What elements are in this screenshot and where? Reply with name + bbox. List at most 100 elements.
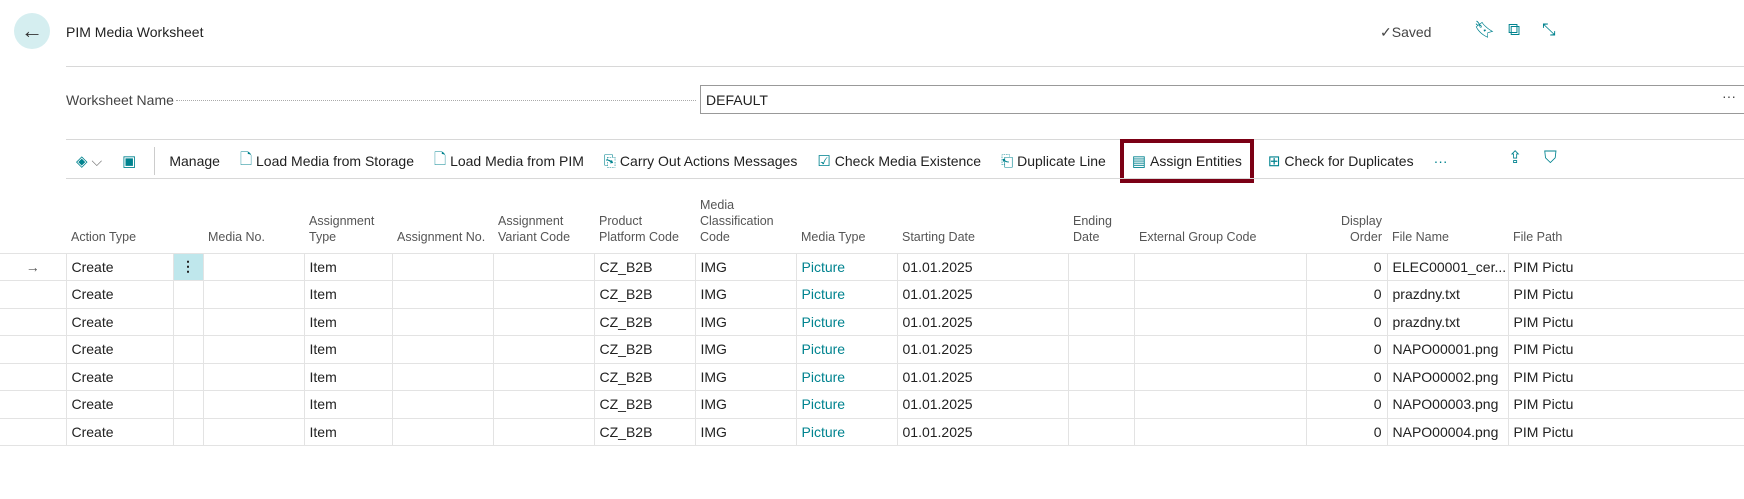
- table-cell[interactable]: 01.01.2025: [896, 417, 1069, 446]
- table-cell[interactable]: CZ_B2B: [593, 252, 696, 281]
- table-cell[interactable]: 0: [1305, 362, 1388, 391]
- table-cell[interactable]: [1067, 252, 1135, 281]
- table-cell[interactable]: 01.01.2025: [896, 252, 1069, 281]
- table-cell[interactable]: PIM Pictu: [1507, 335, 1744, 364]
- table-cell[interactable]: [1067, 390, 1135, 419]
- table-cell[interactable]: IMG: [694, 252, 797, 281]
- table-cell[interactable]: Picture: [795, 417, 898, 446]
- table-cell[interactable]: [391, 390, 494, 419]
- table-cell[interactable]: [1067, 362, 1135, 391]
- column-header[interactable]: Media No.: [203, 195, 304, 253]
- table-cell[interactable]: prazdny.txt: [1386, 280, 1509, 309]
- table-cell[interactable]: PIM Pictu: [1507, 390, 1744, 419]
- table-cell[interactable]: Picture: [795, 362, 898, 391]
- collapse-icon[interactable]: ⤡: [1542, 20, 1556, 40]
- table-cell[interactable]: [1067, 307, 1135, 336]
- row-actions-button[interactable]: ⋮: [172, 252, 204, 281]
- load-media-storage-button[interactable]: 🗋︎ Load Media from Storage: [230, 145, 424, 177]
- more-actions-button[interactable]: ···: [1424, 145, 1458, 177]
- table-cell[interactable]: Create: [65, 252, 174, 281]
- table-cell[interactable]: 01.01.2025: [896, 362, 1069, 391]
- column-header[interactable]: Starting Date: [897, 195, 1068, 253]
- table-cell[interactable]: [1067, 417, 1135, 446]
- carry-out-actions-button[interactable]: ⎘ Carry Out Actions Messages: [594, 145, 807, 177]
- table-row[interactable]: Create Item CZ_B2B IMG Picture 01.01.2025 0 NAP…: [0, 390, 1744, 419]
- table-cell[interactable]: Item: [303, 362, 393, 391]
- column-header[interactable]: Media Type: [796, 195, 897, 253]
- worksheet-name-input[interactable]: DEFAULT: [700, 85, 1744, 114]
- table-cell[interactable]: Picture: [795, 390, 898, 419]
- check-duplicates-button[interactable]: ⊞ Check for Duplicates: [1258, 145, 1424, 177]
- back-button[interactable]: ←: [14, 13, 50, 49]
- table-cell[interactable]: IMG: [694, 335, 797, 364]
- table-cell[interactable]: [202, 252, 305, 281]
- table-cell[interactable]: 01.01.2025: [896, 335, 1069, 364]
- table-cell[interactable]: [1133, 252, 1307, 281]
- table-cell[interactable]: [492, 307, 595, 336]
- column-header[interactable]: Display Order: [1306, 195, 1387, 253]
- table-cell[interactable]: [1133, 390, 1307, 419]
- table-cell[interactable]: IMG: [694, 280, 797, 309]
- column-header[interactable]: Action Type: [66, 195, 173, 253]
- copilot-menu-button[interactable]: ◈ ⌵: [66, 145, 112, 177]
- table-cell[interactable]: Picture: [795, 252, 898, 281]
- table-cell[interactable]: [202, 307, 305, 336]
- table-cell[interactable]: PIM Pictu: [1507, 362, 1744, 391]
- table-cell[interactable]: Picture: [795, 307, 898, 336]
- table-cell[interactable]: [202, 362, 305, 391]
- table-cell[interactable]: ELEC00001_cer...: [1386, 252, 1509, 281]
- table-cell[interactable]: [492, 280, 595, 309]
- column-header[interactable]: Assignment No.: [392, 195, 493, 253]
- table-cell[interactable]: [1133, 307, 1307, 336]
- table-cell[interactable]: IMG: [694, 362, 797, 391]
- column-header[interactable]: File Path: [1508, 195, 1744, 253]
- column-header[interactable]: [173, 195, 203, 253]
- table-cell[interactable]: IMG: [694, 417, 797, 446]
- table-cell[interactable]: [1067, 280, 1135, 309]
- table-cell[interactable]: Create: [65, 362, 174, 391]
- row-actions-button[interactable]: [172, 335, 204, 364]
- row-actions-button[interactable]: [172, 417, 204, 446]
- table-cell[interactable]: CZ_B2B: [593, 362, 696, 391]
- table-cell[interactable]: prazdny.txt: [1386, 307, 1509, 336]
- table-cell[interactable]: [202, 335, 305, 364]
- manage-button[interactable]: Manage: [159, 145, 230, 177]
- table-cell[interactable]: PIM Pictu: [1507, 280, 1744, 309]
- table-row[interactable]: Create Item CZ_B2B IMG Picture 01.01.2025 0 NAP…: [0, 335, 1744, 364]
- table-cell[interactable]: Item: [303, 335, 393, 364]
- table-cell[interactable]: Picture: [795, 335, 898, 364]
- table-cell[interactable]: Create: [65, 417, 174, 446]
- table-cell[interactable]: [391, 280, 494, 309]
- table-cell[interactable]: [1133, 362, 1307, 391]
- table-cell[interactable]: IMG: [694, 390, 797, 419]
- table-cell[interactable]: Item: [303, 280, 393, 309]
- row-actions-button[interactable]: [172, 390, 204, 419]
- column-header[interactable]: Media Classification Code: [695, 195, 796, 253]
- table-cell[interactable]: Create: [65, 390, 174, 419]
- open-new-window-icon[interactable]: ⧉: [1508, 20, 1520, 40]
- table-cell[interactable]: [391, 417, 494, 446]
- table-cell[interactable]: [391, 362, 494, 391]
- table-cell[interactable]: 0: [1305, 252, 1388, 281]
- row-actions-button[interactable]: [172, 307, 204, 336]
- table-cell[interactable]: 0: [1305, 417, 1388, 446]
- table-cell[interactable]: Item: [303, 307, 393, 336]
- table-cell[interactable]: CZ_B2B: [593, 335, 696, 364]
- table-cell[interactable]: [202, 280, 305, 309]
- table-cell[interactable]: 01.01.2025: [896, 280, 1069, 309]
- table-cell[interactable]: [1133, 335, 1307, 364]
- table-cell[interactable]: Create: [65, 280, 174, 309]
- table-row[interactable]: Create Item CZ_B2B IMG Picture 01.01.2025 0 NAP…: [0, 417, 1744, 446]
- table-cell[interactable]: Picture: [795, 280, 898, 309]
- table-cell[interactable]: Item: [303, 417, 393, 446]
- table-cell[interactable]: Item: [303, 390, 393, 419]
- table-cell[interactable]: IMG: [694, 307, 797, 336]
- table-cell[interactable]: [391, 252, 494, 281]
- table-cell[interactable]: [1067, 335, 1135, 364]
- table-cell[interactable]: PIM Pictu: [1507, 252, 1744, 281]
- table-cell[interactable]: [391, 307, 494, 336]
- layout-button[interactable]: ▣: [112, 145, 150, 177]
- table-cell[interactable]: Item: [303, 252, 393, 281]
- table-cell[interactable]: 0: [1305, 390, 1388, 419]
- column-header[interactable]: File Name: [1387, 195, 1508, 253]
